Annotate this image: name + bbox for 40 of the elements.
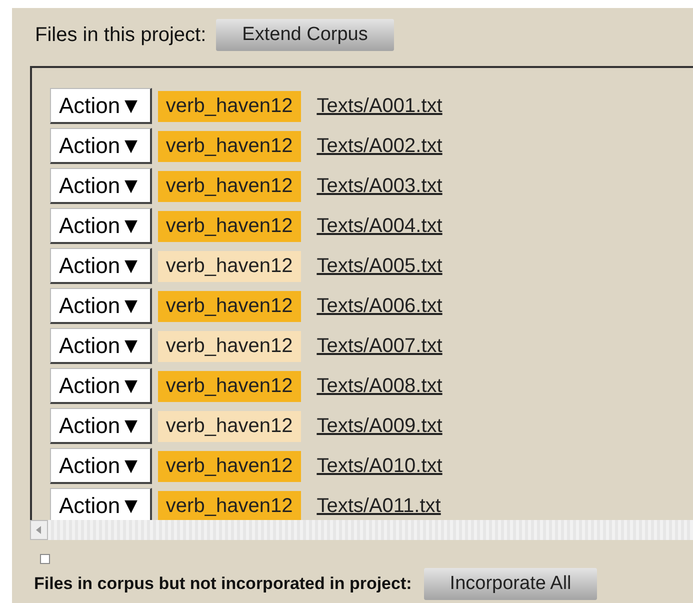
action-dropdown[interactable]: Action▼ (50, 448, 152, 484)
file-link[interactable]: Texts/A011.txt (316, 494, 441, 518)
action-dropdown[interactable]: Action▼ (50, 488, 152, 520)
file-link[interactable]: Texts/A004.txt (316, 214, 442, 238)
file-link[interactable]: Texts/A002.txt (316, 134, 442, 158)
checkbox[interactable] (40, 554, 50, 564)
tag-label: verb_haven12 (158, 90, 301, 122)
action-dropdown[interactable]: Action▼ (50, 288, 152, 324)
incorporate-all-button[interactable]: Incorporate All (424, 568, 598, 600)
tag-label: verb_haven12 (158, 410, 301, 442)
tag-label: verb_haven12 (158, 490, 301, 520)
file-link[interactable]: Texts/A010.txt (316, 454, 442, 478)
action-dropdown[interactable]: Action▼ (50, 128, 152, 164)
action-dropdown[interactable]: Action▼ (50, 368, 152, 404)
file-link[interactable]: Texts/A001.txt (316, 94, 442, 118)
action-dropdown[interactable]: Action▼ (50, 168, 152, 204)
section-label: Files in this project: (35, 24, 206, 46)
action-dropdown[interactable]: Action▼ (50, 408, 152, 444)
tag-label: verb_haven12 (158, 290, 301, 322)
horizontal-scrollbar[interactable] (30, 520, 693, 540)
tag-label: verb_haven12 (158, 130, 301, 162)
file-link[interactable]: Texts/A009.txt (316, 414, 442, 438)
scroll-left-icon[interactable] (30, 520, 48, 540)
extend-corpus-button[interactable]: Extend Corpus (216, 19, 394, 51)
file-link[interactable]: Texts/A008.txt (316, 374, 442, 398)
tag-label: verb_haven12 (158, 250, 301, 282)
file-link[interactable]: Texts/A003.txt (316, 174, 442, 198)
action-dropdown[interactable]: Action▼ (50, 208, 152, 244)
section-label: Files in corpus but not incorporated in project: (34, 574, 412, 594)
action-dropdown[interactable]: Action▼ (50, 88, 152, 124)
file-link[interactable]: Texts/A006.txt (316, 294, 442, 318)
file-link[interactable]: Texts/A005.txt (316, 254, 442, 278)
action-dropdown[interactable]: Action▼ (50, 248, 152, 284)
tag-label: verb_haven12 (158, 210, 301, 242)
file-link[interactable]: Texts/A007.txt (316, 334, 442, 358)
action-dropdown[interactable]: Action▼ (50, 328, 152, 364)
tag-label: verb_haven12 (158, 370, 301, 402)
tag-label: verb_haven12 (158, 330, 301, 362)
tag-label: verb_haven12 (158, 170, 301, 202)
tag-label: verb_haven12 (158, 450, 301, 482)
